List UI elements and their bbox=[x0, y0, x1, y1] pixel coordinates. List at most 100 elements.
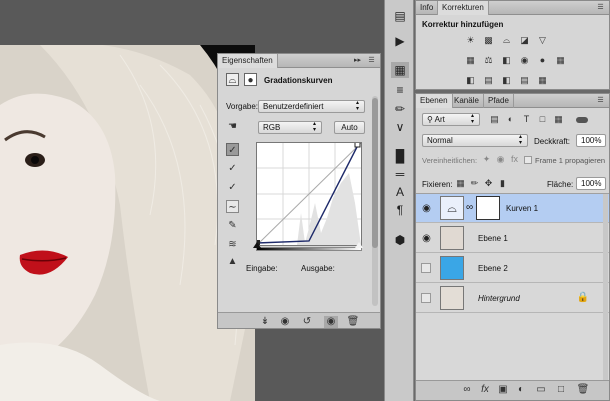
smooth-icon[interactable]: ≋ bbox=[226, 238, 239, 251]
tab-pfade[interactable]: Pfade bbox=[484, 94, 514, 108]
blend-mode-select[interactable]: Normal bbox=[422, 134, 528, 147]
eyedropper-white-icon[interactable]: ✓ bbox=[226, 181, 239, 194]
white-point-slider[interactable] bbox=[355, 242, 363, 248]
eyedropper-gray-icon[interactable]: ✓ bbox=[226, 162, 239, 175]
visibility-toggle[interactable] bbox=[421, 293, 431, 303]
layer-name: Kurven 1 bbox=[506, 204, 539, 213]
channel-mixer-icon[interactable]: ● bbox=[536, 55, 549, 66]
exposure-icon[interactable]: ◪ bbox=[518, 35, 531, 46]
lock-position-icon[interactable]: ✥ bbox=[482, 178, 495, 189]
trash-icon[interactable]: 🗑 bbox=[576, 384, 590, 396]
layer-style-icon[interactable]: fx bbox=[478, 384, 492, 396]
layer-thumbnail bbox=[440, 286, 464, 310]
lock-pixels-icon[interactable]: ✏ bbox=[468, 178, 481, 189]
paragraph-icon[interactable]: ¶ bbox=[391, 202, 409, 218]
layer-row-kurven-1[interactable]: ◉ ⌓ ∞ Kurven 1 bbox=[416, 194, 609, 223]
filter-smart-object-icon[interactable]: ▦ bbox=[552, 114, 565, 125]
vibrance-icon[interactable]: ▽ bbox=[536, 35, 549, 46]
properties-scrollbar[interactable] bbox=[372, 96, 378, 306]
play-action-icon[interactable]: ▶ bbox=[391, 33, 409, 49]
collapse-icon[interactable]: ▸▸ bbox=[351, 54, 364, 67]
layer-row-hintergrund[interactable]: Hintergrund 🔒 bbox=[416, 284, 609, 313]
eye-icon[interactable]: ◉ bbox=[421, 203, 432, 214]
filter-shape-icon[interactable]: □ bbox=[536, 114, 549, 125]
layers-footer: ∞ fx ▣ ◐ ▭ □ 🗑 bbox=[416, 380, 609, 400]
link-icon[interactable]: ∞ bbox=[466, 202, 473, 213]
clipping-warning-icon[interactable]: ▲ bbox=[226, 255, 239, 268]
selective-color-icon[interactable]: ▦ bbox=[536, 75, 549, 86]
unify-position-icon[interactable]: ✦ bbox=[480, 154, 493, 165]
brush-presets-icon[interactable]: ✏ bbox=[391, 101, 409, 117]
link-layers-icon[interactable]: ∞ bbox=[460, 384, 474, 396]
color-balance-icon[interactable]: ⚖ bbox=[482, 55, 495, 66]
channel-select[interactable]: RGB bbox=[258, 121, 322, 134]
tab-ebenen[interactable]: Ebenen bbox=[416, 94, 453, 108]
tab-kanaele[interactable]: Kanäle bbox=[450, 94, 484, 108]
black-white-icon[interactable]: ◧ bbox=[500, 55, 513, 66]
add-mask-icon[interactable]: ▣ bbox=[496, 384, 510, 396]
tab-info[interactable]: Info bbox=[416, 1, 439, 15]
history-icon[interactable]: ▤ bbox=[391, 8, 409, 24]
eyedropper-black-icon[interactable]: ✓ bbox=[226, 143, 239, 156]
new-adjustment-icon[interactable]: ◐ bbox=[514, 384, 528, 396]
scroll-thumb[interactable] bbox=[372, 98, 378, 248]
filter-toggle[interactable] bbox=[576, 117, 588, 123]
trash-icon[interactable]: 🗑 bbox=[346, 316, 360, 328]
clip-to-layer-icon[interactable]: ↡ bbox=[258, 316, 272, 328]
threshold-icon[interactable]: ◧ bbox=[500, 75, 513, 86]
lock-transparency-icon[interactable]: ▦ bbox=[454, 178, 467, 189]
curves-icon[interactable]: ⌓ bbox=[500, 35, 513, 46]
view-previous-icon[interactable]: ◉ bbox=[278, 316, 292, 328]
layer-row-ebene-1[interactable]: ◉ Ebene 1 bbox=[416, 224, 609, 253]
preset-select[interactable]: Benutzerdefiniert bbox=[258, 100, 365, 113]
layer-filter-select[interactable]: ⚲ Art bbox=[422, 113, 480, 126]
panel-menu-icon[interactable]: ☰ bbox=[365, 54, 378, 67]
posterize-icon[interactable]: ▤ bbox=[482, 75, 495, 86]
propagate-checkbox[interactable] bbox=[524, 156, 532, 164]
lock-all-icon[interactable]: ▮ bbox=[496, 178, 509, 189]
tool-presets-icon[interactable]: ═ bbox=[391, 166, 409, 182]
clone-source-icon[interactable]: █ bbox=[391, 148, 409, 164]
mask-thumbnail[interactable] bbox=[476, 196, 500, 220]
unify-style-icon[interactable]: fx bbox=[508, 154, 521, 165]
adjustment-thumbnail: ⌓ bbox=[440, 196, 464, 220]
filter-pixel-icon[interactable]: ▤ bbox=[488, 114, 501, 125]
visibility-toggle[interactable] bbox=[421, 263, 431, 273]
pencil-icon[interactable]: ✎ bbox=[226, 219, 239, 232]
gradient-map-icon[interactable]: ▤ bbox=[518, 75, 531, 86]
panel-menu-icon[interactable]: ☰ bbox=[594, 94, 607, 107]
curves-graph[interactable] bbox=[255, 141, 362, 246]
auto-button[interactable]: Auto bbox=[334, 121, 365, 134]
levels-icon[interactable]: ▩ bbox=[482, 35, 495, 46]
black-point-slider[interactable] bbox=[253, 242, 261, 248]
filter-adjustment-icon[interactable]: ◐ bbox=[504, 114, 517, 125]
filter-type-icon[interactable]: T bbox=[520, 114, 533, 125]
photo-filter-icon[interactable]: ◉ bbox=[518, 55, 531, 66]
character-icon[interactable]: A bbox=[391, 184, 409, 200]
curve-points-icon[interactable]: ∼ bbox=[226, 200, 239, 213]
brush-icon[interactable]: ∨ bbox=[391, 119, 409, 135]
opacity-field[interactable]: 100% bbox=[576, 134, 606, 147]
fill-field[interactable]: 100% bbox=[576, 177, 606, 190]
swatches-icon[interactable]: ▦ bbox=[391, 62, 409, 78]
layers-scrollbar[interactable] bbox=[603, 194, 608, 380]
reset-icon[interactable]: ↺ bbox=[300, 316, 314, 328]
panel-menu-icon[interactable]: ☰ bbox=[594, 1, 607, 14]
layer-row-ebene-2[interactable]: Ebene 2 bbox=[416, 254, 609, 283]
tab-korrekturen[interactable]: Korrekturen bbox=[438, 1, 489, 15]
mask-icon[interactable]: ● bbox=[244, 73, 257, 86]
tab-eigenschaften[interactable]: Eigenschaften bbox=[218, 54, 278, 68]
visibility-icon[interactable]: ◉ bbox=[324, 316, 338, 328]
unify-visibility-icon[interactable]: ◉ bbox=[494, 154, 507, 165]
adjustments-titlebar: Info Korrekturen ☰ bbox=[416, 1, 609, 15]
new-layer-icon[interactable]: □ bbox=[554, 384, 568, 396]
target-adjust-icon[interactable]: ☚ bbox=[226, 120, 239, 133]
hue-saturation-icon[interactable]: ▦ bbox=[464, 55, 477, 66]
color-lookup-icon[interactable]: ▦ bbox=[554, 55, 567, 66]
adjustments-icon[interactable]: ≡ bbox=[391, 82, 409, 98]
3d-icon[interactable]: ⬢ bbox=[391, 232, 409, 248]
invert-icon[interactable]: ◧ bbox=[464, 75, 477, 86]
eye-icon[interactable]: ◉ bbox=[421, 233, 432, 244]
brightness-icon[interactable]: ☀ bbox=[464, 35, 477, 46]
new-group-icon[interactable]: ▭ bbox=[534, 384, 548, 396]
